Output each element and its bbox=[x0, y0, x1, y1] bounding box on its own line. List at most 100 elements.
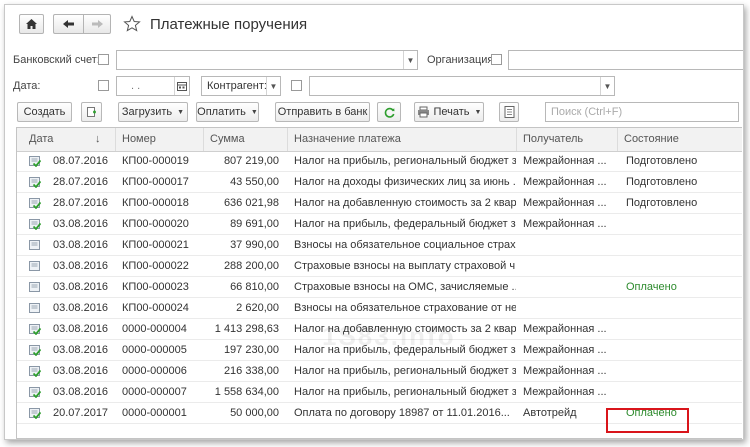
chevron-down-icon[interactable]: ▼ bbox=[403, 51, 417, 69]
cell-amount: 1 558 634,00 bbox=[214, 386, 279, 398]
table-row[interactable]: 08.07.2016 КП00-000019 807 219,00 Налог на … bbox=[17, 151, 742, 172]
cell-number: 0000-000004 bbox=[122, 323, 187, 335]
back-button[interactable] bbox=[53, 14, 83, 34]
cell-number: КП00-000024 bbox=[122, 302, 189, 314]
cell-date: 28.07.2016 bbox=[53, 197, 109, 209]
home-icon bbox=[26, 19, 37, 29]
counterparty-field[interactable]: ▼ bbox=[309, 76, 615, 96]
cell-amount: 1 413 298,63 bbox=[214, 323, 279, 335]
cell-recipient bbox=[523, 235, 618, 256]
cell-status bbox=[626, 235, 742, 256]
cell-recipient: Межрайонная ... bbox=[523, 365, 607, 377]
organization-field[interactable] bbox=[508, 50, 743, 70]
print-button[interactable]: Печать ▼ bbox=[414, 102, 484, 122]
create-button[interactable]: Создать bbox=[17, 102, 72, 122]
chevron-down-icon[interactable]: ▼ bbox=[266, 77, 280, 95]
cell-number: КП00-000022 bbox=[122, 260, 189, 272]
date-field-value: . . bbox=[131, 80, 141, 92]
cell-amount: 2 620,00 bbox=[236, 302, 279, 314]
posted-doc-icon bbox=[29, 198, 41, 209]
table-row[interactable]: 28.07.2016 КП00-000018 636 021,98 Налог на … bbox=[17, 193, 742, 214]
doc-icon bbox=[29, 282, 40, 292]
column-label: Состояние bbox=[624, 133, 679, 145]
table-row[interactable]: 03.08.2016 КП00-000020 89 691,00 Налог на п… bbox=[17, 214, 742, 235]
cell-status bbox=[626, 382, 742, 403]
send-to-bank-label: Отправить в банк bbox=[277, 106, 368, 118]
printer-icon bbox=[417, 106, 429, 118]
posted-doc-icon bbox=[29, 366, 41, 377]
chevron-down-icon[interactable]: ▼ bbox=[600, 77, 614, 95]
table-row[interactable]: 03.08.2016 КП00-000022 288 200,00 Страховые… bbox=[17, 256, 742, 277]
refresh-button[interactable] bbox=[377, 102, 401, 122]
column-header-recipient[interactable]: Получатель bbox=[517, 128, 618, 151]
date-field[interactable]: . . bbox=[116, 76, 190, 96]
table-row[interactable]: 03.08.2016 0000-000007 1 558 634,00 Налог н… bbox=[17, 382, 742, 403]
cell-date: 03.08.2016 bbox=[53, 386, 109, 398]
forward-button[interactable] bbox=[83, 14, 111, 34]
cell-status bbox=[626, 298, 742, 319]
cell-number: КП00-000021 bbox=[122, 239, 189, 251]
load-button-label: Загрузить bbox=[121, 106, 173, 118]
pay-button[interactable]: Оплатить ▼ bbox=[196, 102, 259, 122]
cell-date: 28.07.2016 bbox=[53, 176, 109, 188]
column-header-date[interactable]: Дата ↓ bbox=[17, 128, 116, 151]
load-button[interactable]: Загрузить ▼ bbox=[118, 102, 188, 122]
cell-date: 03.08.2016 bbox=[53, 365, 109, 377]
cell-number: КП00-000020 bbox=[122, 218, 189, 230]
column-label: Получатель bbox=[523, 133, 584, 145]
home-button[interactable] bbox=[19, 14, 44, 34]
bank-account-label: Банковский счет: bbox=[13, 54, 100, 66]
column-header-number[interactable]: Номер bbox=[116, 128, 204, 151]
arrow-right-icon bbox=[91, 20, 103, 28]
cell-status: Оплачено bbox=[626, 281, 677, 293]
cell-recipient: Межрайонная ... bbox=[523, 155, 607, 167]
date-checkbox[interactable] bbox=[98, 80, 109, 91]
page-title: Платежные поручения bbox=[150, 16, 308, 33]
cell-recipient: Межрайонная ... bbox=[523, 386, 607, 398]
posted-doc-icon bbox=[29, 177, 41, 188]
table-row[interactable]: 03.08.2016 КП00-000023 66 810,00 Страховые … bbox=[17, 277, 742, 298]
bank-account-field[interactable]: ▼ bbox=[116, 50, 418, 70]
payment-orders-window: Платежные поручения Банковский счет: ▼ О… bbox=[4, 4, 744, 440]
column-header-amount[interactable]: Сумма bbox=[204, 128, 288, 151]
cell-status bbox=[626, 256, 742, 277]
copy-button[interactable] bbox=[81, 102, 102, 122]
send-to-bank-button[interactable]: Отправить в банк bbox=[275, 102, 370, 122]
counterparty-type-select[interactable]: Контрагент: ▼ bbox=[201, 76, 281, 96]
search-input[interactable]: Поиск (Ctrl+F) bbox=[545, 102, 739, 122]
watermark: 1S83.info bbox=[322, 321, 456, 351]
bank-account-checkbox[interactable] bbox=[98, 54, 109, 65]
document-report-icon bbox=[504, 106, 514, 118]
table-row[interactable]: 28.07.2016 КП00-000017 43 550,00 Налог на д… bbox=[17, 172, 742, 193]
report-button[interactable] bbox=[499, 102, 519, 122]
cell-purpose: Взносы на обязательное страхование от не… bbox=[294, 302, 516, 314]
cell-date: 03.08.2016 bbox=[53, 260, 109, 272]
column-header-purpose[interactable]: Назначение платежа bbox=[288, 128, 517, 151]
search-placeholder: Поиск (Ctrl+F) bbox=[551, 106, 623, 118]
table-row[interactable]: 03.08.2016 0000-000006 216 338,00 Налог на … bbox=[17, 361, 742, 382]
doc-icon bbox=[29, 261, 40, 271]
cell-amount: 636 021,98 bbox=[223, 197, 279, 209]
favorite-star-icon[interactable] bbox=[123, 15, 141, 33]
cell-purpose: Налог на прибыль, региональный бюджет з.… bbox=[294, 365, 516, 377]
cell-status bbox=[626, 214, 742, 235]
table-row[interactable]: 03.08.2016 КП00-000021 37 990,00 Взносы на … bbox=[17, 235, 742, 256]
add-copy-icon bbox=[86, 107, 96, 117]
cell-amount: 216 338,00 bbox=[223, 365, 279, 377]
column-label: Дата bbox=[29, 133, 54, 145]
organization-checkbox[interactable] bbox=[491, 54, 502, 65]
cell-number: КП00-000019 bbox=[122, 155, 189, 167]
column-label: Номер bbox=[122, 133, 156, 145]
cell-recipient: Межрайонная ... bbox=[523, 344, 607, 356]
table-row[interactable]: 03.08.2016 КП00-000024 2 620,00 Взносы на о… bbox=[17, 298, 742, 319]
cell-amount: 43 550,00 bbox=[230, 176, 279, 188]
posted-doc-icon bbox=[29, 345, 41, 356]
cell-date: 08.07.2016 bbox=[53, 155, 109, 167]
payment-orders-table: Дата ↓ Номер Сумма Назначение платежа По… bbox=[16, 127, 742, 439]
cell-purpose: Налог на прибыль, региональный бюджет з.… bbox=[294, 155, 516, 167]
column-label: Сумма bbox=[210, 133, 245, 145]
column-header-status[interactable]: Состояние bbox=[618, 128, 742, 151]
counterparty-checkbox[interactable] bbox=[291, 80, 302, 91]
calendar-icon[interactable] bbox=[174, 77, 189, 95]
cell-recipient bbox=[523, 277, 618, 298]
